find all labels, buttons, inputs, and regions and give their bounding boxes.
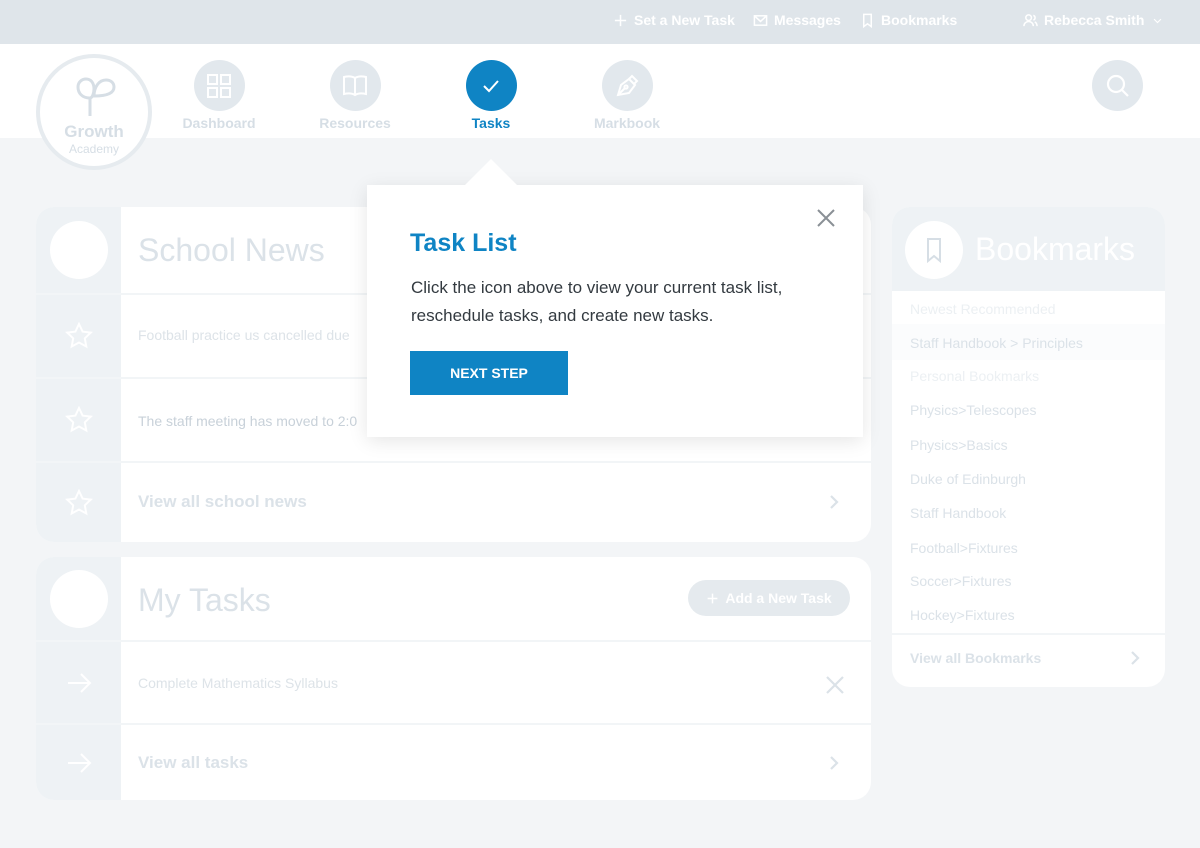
popup-pointer	[465, 159, 517, 185]
star-icon[interactable]	[36, 295, 121, 377]
dashboard-icon	[193, 60, 245, 111]
messages-link[interactable]: Messages	[753, 12, 841, 28]
search-icon	[1106, 74, 1129, 97]
news-item-text: Football practice us cancelled due	[138, 327, 350, 343]
logo[interactable]: Growth Academy	[36, 54, 152, 170]
task-list-popup: Task List Click the icon above to view y…	[367, 159, 863, 437]
bookmarks-title: Bookmarks	[975, 231, 1136, 267]
user-icon	[1023, 13, 1038, 26]
pen-nib-icon	[601, 60, 653, 111]
nav-tasks[interactable]: Tasks	[431, 60, 551, 131]
check-icon	[465, 60, 517, 111]
star-icon[interactable]	[36, 379, 121, 461]
nav-resources[interactable]: Resources	[295, 60, 415, 131]
nav-dashboard-label: Dashboard	[182, 115, 256, 131]
view-all-news-row[interactable]: View all school news	[36, 461, 871, 542]
book-icon	[329, 60, 381, 111]
logo-line1: Growth	[64, 122, 124, 141]
view-all-tasks-row[interactable]: View all tasks	[36, 723, 871, 800]
bookmarks-label: Bookmarks	[881, 12, 958, 28]
view-all-bookmarks-link[interactable]: View all Bookmarks	[910, 650, 1041, 666]
bookmark-item[interactable]: Soccer>Fixtures	[910, 573, 1012, 589]
user-menu[interactable]: Rebecca Smith	[1023, 12, 1163, 28]
add-task-label: Add a New Task	[725, 590, 832, 606]
nav-dashboard[interactable]: Dashboard	[159, 60, 279, 131]
document-icon	[49, 569, 108, 628]
my-tasks-card: My Tasks Add a New Task Complete Mathema…	[36, 557, 871, 800]
set-new-task-label: Set a New Task	[634, 12, 735, 28]
sprout-logo-icon	[76, 77, 116, 116]
close-icon[interactable]	[826, 676, 844, 694]
bookmark-item[interactable]: Staff Handbook	[910, 505, 1006, 521]
set-new-task-link[interactable]: Set a New Task	[613, 12, 735, 28]
bookmark-item[interactable]: Football>Fixtures	[910, 540, 1018, 556]
school-news-title: School News	[138, 232, 325, 268]
envelope-icon	[753, 14, 768, 26]
bookmark-item[interactable]: Duke of Edinburgh	[910, 471, 1026, 487]
megaphone-icon	[49, 221, 108, 279]
user-name: Rebecca Smith	[1044, 12, 1145, 28]
arrow-right-icon	[36, 725, 121, 800]
popup-title: Task List	[410, 229, 517, 257]
chevron-right-icon	[827, 756, 841, 770]
my-tasks-header: My Tasks Add a New Task	[36, 557, 871, 640]
bookmark-item[interactable]: Hockey>Fixtures	[910, 607, 1015, 623]
next-step-button[interactable]: NEXT STEP	[410, 351, 568, 395]
view-all-tasks-link[interactable]: View all tasks	[138, 753, 248, 773]
top-bar: Set a New Task Messages Bookmarks Rebecc…	[0, 0, 1200, 44]
add-task-button[interactable]: Add a New Task	[688, 580, 850, 616]
logo-line2: Academy	[68, 142, 120, 156]
bookmark-icon	[863, 13, 872, 28]
bookmark-item[interactable]: Physics>Basics	[910, 437, 1008, 453]
chevron-down-icon	[1154, 18, 1162, 23]
close-icon[interactable]	[815, 207, 837, 229]
section-label-personal: Personal Bookmarks	[910, 368, 1040, 384]
task-item-text: Complete Mathematics Syllabus	[138, 675, 338, 691]
bookmark-icon	[905, 221, 963, 279]
nav-markbook[interactable]: Markbook	[567, 60, 687, 131]
news-item-text: The staff meeting has moved to 2:0	[138, 413, 358, 429]
star-icon	[36, 463, 121, 542]
my-tasks-title: My Tasks	[138, 582, 271, 618]
view-all-news-link[interactable]: View all school news	[138, 492, 307, 512]
bookmarks-card: Bookmarks Newest Recommended Staff Handb…	[892, 207, 1165, 687]
nav-tasks-label: Tasks	[471, 115, 511, 131]
bookmark-item[interactable]: Staff Handbook > Principles	[910, 335, 1083, 351]
arrow-right-icon	[36, 642, 121, 723]
table-row[interactable]: Complete Mathematics Syllabus	[36, 640, 871, 723]
bookmarks-header: Bookmarks	[892, 207, 1165, 291]
plus-icon	[614, 14, 627, 26]
chevron-right-icon	[827, 495, 841, 509]
plus-icon	[707, 593, 718, 603]
bookmark-item[interactable]: Physics>Telescopes	[910, 402, 1036, 418]
nav-resources-label: Resources	[319, 115, 391, 131]
chevron-right-icon	[1128, 651, 1142, 665]
popup-body: Click the icon above to view your curren…	[411, 278, 783, 325]
section-label-recommended: Newest Recommended	[910, 301, 1056, 317]
messages-label: Messages	[774, 12, 841, 28]
search-button[interactable]	[1092, 60, 1143, 111]
nav-markbook-label: Markbook	[593, 115, 661, 131]
bookmarks-link[interactable]: Bookmarks	[860, 12, 957, 28]
